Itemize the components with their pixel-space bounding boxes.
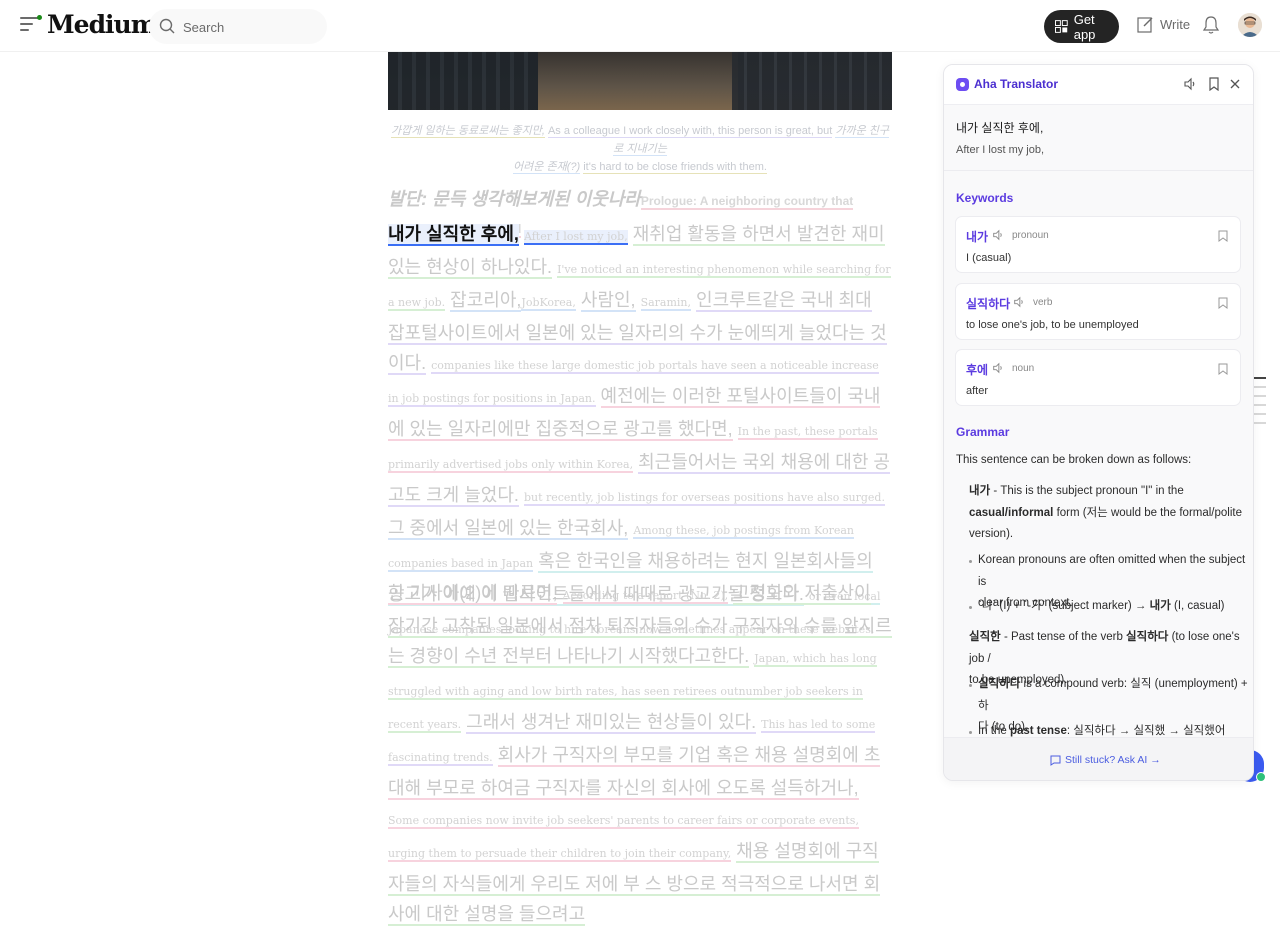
speaker-icon[interactable] [1013, 296, 1025, 308]
translator-title: Aha Translator [974, 77, 1059, 91]
get-app-label: Get app [1073, 11, 1096, 42]
top-nav: Medium Get app Write [0, 0, 1280, 52]
sentence-ko-active[interactable]: 내가 실직한 후에, [388, 224, 519, 246]
article-paragraph-2: 한 기사에(2)에 따르면, According to a report (No… [388, 578, 892, 929]
grammar-text: - Past tense of the verb [1000, 631, 1127, 643]
article-hero-image [388, 52, 892, 110]
keyword-word: 내가 [966, 230, 989, 244]
keyword-word: 후에 [966, 363, 989, 377]
grammar-bold: 실직하다 [1126, 631, 1169, 643]
caption-en-1[interactable]: As a colleague I work closely with, this… [547, 125, 833, 138]
translator-footer: Still stuck? Ask AI → [944, 737, 1253, 780]
sentence-en[interactable]: but recently, job listings for overseas … [523, 491, 885, 506]
bullet [969, 560, 972, 563]
keyword-word: 실직하다 [966, 297, 1011, 311]
grammar-text: - This is the subject pronoun "I" in the [990, 485, 1184, 497]
search-input[interactable] [183, 17, 313, 37]
keyword-meaning: I (casual) [966, 252, 1012, 264]
keyword-pos: noun [1012, 363, 1035, 374]
write-button[interactable]: Write [1137, 16, 1190, 33]
speaker-icon[interactable] [992, 362, 1004, 374]
grammar-term: 실직한 [969, 631, 1001, 643]
sentence-ko[interactable]: 그래서 생겨난 재미있는 현상들이 있다. [466, 712, 757, 734]
keyword-meaning: to lose one's job, to be unemployed [966, 319, 1139, 331]
notification-dot [37, 15, 42, 20]
medium-logo[interactable]: Medium [47, 10, 157, 39]
sentence-ko[interactable]: 사람인, [580, 290, 636, 312]
grammar-item: 내가 - This is the subject pronoun "I" in … [969, 481, 1244, 546]
bullet [969, 731, 972, 734]
grammar-bold: 실직하다 [978, 678, 1021, 690]
caption-en-2[interactable]: it's hard to be close friends with them. [583, 161, 767, 174]
keyword-card[interactable]: 후에 noun after [955, 349, 1241, 406]
get-app-button[interactable]: Get app [1044, 10, 1119, 43]
bookmark-icon[interactable] [1207, 77, 1221, 91]
image-caption: 가깝게 일하는 동료로써는 좋지만, As a colleague I work… [388, 122, 892, 176]
translator-panel: Aha Translator 내가 실직한 후에, After I lost m… [943, 64, 1254, 781]
source-sentence: 내가 실직한 후에, [956, 121, 1044, 135]
speaker-icon[interactable] [992, 229, 1004, 241]
aha-logo-icon [956, 78, 969, 91]
bookmark-icon[interactable] [1218, 297, 1228, 309]
grammar-text: form (저는 would be the formal/polite [1053, 506, 1242, 519]
speaker-icon[interactable] [1183, 77, 1197, 91]
avatar-image [1238, 13, 1262, 37]
grammar-bold: past tense [1009, 725, 1067, 737]
translator-header: Aha Translator [944, 65, 1253, 105]
section-minimap[interactable] [1254, 377, 1266, 431]
keyword-card[interactable]: 내가 pronoun I (casual) [955, 216, 1241, 273]
grammar-subpoint: `나` (I) + `-가` (subject marker) → 내가 (I,… [978, 596, 1248, 618]
keyword-card[interactable]: 실직하다 verb to lose one's job, to be unemp… [955, 283, 1241, 340]
keywords-heading: Keywords [956, 191, 1014, 205]
bullet [969, 684, 972, 687]
app-grid-icon [1055, 20, 1068, 33]
keyword-pos: pronoun [1012, 230, 1049, 241]
divider [944, 170, 1253, 171]
grammar-text: In the [978, 725, 1010, 737]
caption-ko-2[interactable]: 어려운 존재(?) [513, 161, 581, 174]
bullet [969, 606, 972, 609]
menu-icon[interactable] [20, 15, 42, 35]
avatar[interactable] [1238, 13, 1262, 37]
search-box[interactable] [149, 9, 327, 44]
sentence-en-active[interactable]: After I lost my job, [523, 230, 628, 245]
grammar-text: : 실직하다 → 실직했 → 실직했어 [1066, 725, 1226, 737]
chat-icon [1050, 755, 1061, 766]
translated-sentence: After I lost my job, [956, 144, 1045, 156]
grammar-text: `나` (I) + `-가` (subject marker) → [978, 600, 1150, 612]
grammar-bold: 내가 [1149, 600, 1171, 612]
grammar-text: Korean pronouns are often omitted when t… [978, 554, 1246, 588]
bookmark-icon[interactable] [1218, 230, 1228, 242]
grammar-term: 내가 [969, 485, 991, 497]
sentence-ko[interactable]: 잡코리아, [450, 290, 522, 312]
sentence-en[interactable]: JobKorea, [521, 296, 576, 311]
sentence-ko[interactable]: 한 기사에(2)에 따르면, [388, 583, 558, 605]
keyword-meaning: after [966, 385, 989, 397]
sentence-en[interactable]: Saramin, [640, 296, 692, 311]
grammar-intro: This sentence can be broken down as foll… [956, 454, 1192, 466]
caption-ko-1[interactable]: 가깝게 일하는 동료로써는 좋지만, [391, 125, 545, 138]
grammar-heading: Grammar [956, 425, 1010, 439]
keyword-pos: verb [1033, 297, 1053, 308]
ask-ai-label: Still stuck? Ask AI → [1065, 754, 1161, 766]
grammar-text: (I, casual) [1170, 600, 1225, 612]
close-icon[interactable] [1228, 77, 1242, 91]
heading-ko[interactable]: 발단: 문득 생각해보게된 이웃나라 [388, 189, 641, 209]
sentence-en[interactable]: According to a report (No. 2), [562, 589, 729, 604]
write-label: Write [1160, 17, 1191, 32]
bell-icon[interactable] [1202, 15, 1220, 35]
sentence-ko[interactable]: 그 중에서 일본에 있는 한국회사, [388, 518, 629, 540]
bookmark-icon[interactable] [1218, 363, 1228, 375]
ask-ai-link[interactable]: Still stuck? Ask AI → [1050, 754, 1161, 766]
search-icon [159, 18, 175, 34]
grammar-bold: casual/informal [969, 506, 1054, 519]
write-icon [1137, 17, 1153, 33]
grammar-text: version). [969, 528, 1014, 540]
